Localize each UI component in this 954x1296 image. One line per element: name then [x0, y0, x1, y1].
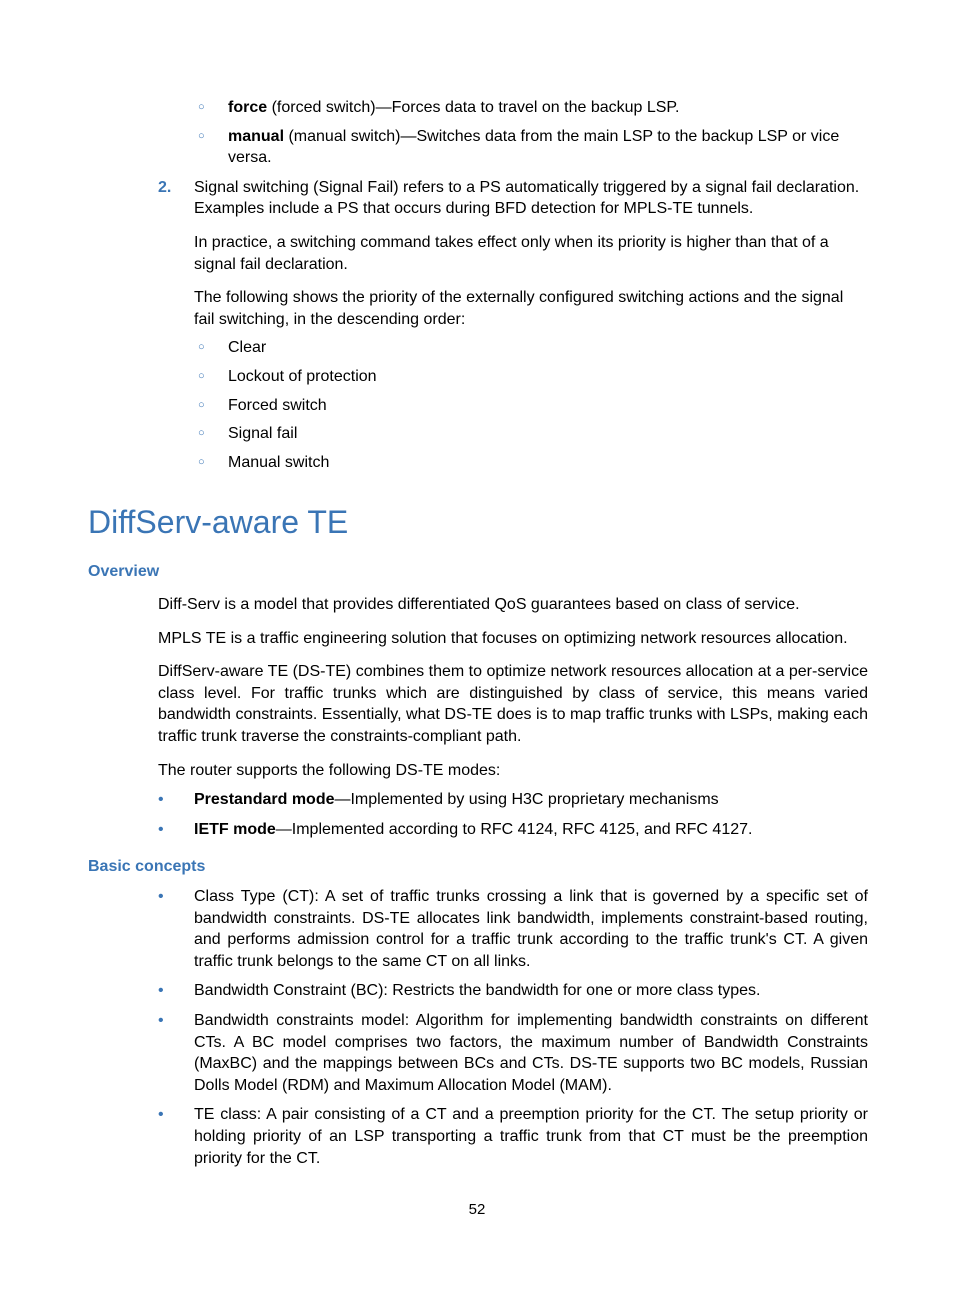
concept-item: • Class Type (CT): A set of traffic trun… — [158, 886, 868, 972]
mode-item: • IETF mode—Implemented according to RFC… — [158, 819, 868, 841]
body-paragraph: In practice, a switching command takes e… — [194, 232, 868, 275]
circle-icon: ○ — [198, 337, 228, 359]
bullet-icon: • — [158, 1104, 194, 1169]
priority-item: ○Lockout of protection — [198, 366, 868, 388]
priority-item: ○Manual switch — [198, 452, 868, 474]
section-heading-diffserv: DiffServ-aware TE — [88, 501, 868, 544]
signal-switching-item: 2. Signal switching (Signal Fail) refers… — [158, 177, 868, 220]
bullet-icon: • — [158, 980, 194, 1002]
page-number: 52 — [0, 1200, 954, 1220]
circle-icon: ○ — [198, 423, 228, 445]
circle-icon: ○ — [198, 395, 228, 417]
priority-item: ○Forced switch — [198, 395, 868, 417]
bullet-icon: • — [158, 886, 194, 972]
circle-icon: ○ — [198, 452, 228, 474]
body-paragraph: The router supports the following DS-TE … — [158, 760, 868, 782]
priority-item: ○Signal fail — [198, 423, 868, 445]
circle-icon: ○ — [198, 366, 228, 388]
body-paragraph: Diff-Serv is a model that provides diffe… — [158, 594, 868, 616]
bullet-icon: • — [158, 789, 194, 811]
mode-item: • Prestandard mode—Implemented by using … — [158, 789, 868, 811]
body-paragraph: DiffServ-aware TE (DS-TE) combines them … — [158, 661, 868, 747]
bullet-icon: • — [158, 819, 194, 841]
circle-icon: ○ — [198, 126, 228, 169]
concept-item: • Bandwidth constraints model: Algorithm… — [158, 1010, 868, 1096]
body-paragraph: MPLS TE is a traffic engineering solutio… — [158, 628, 868, 650]
bullet-icon: • — [158, 1010, 194, 1096]
circle-icon: ○ — [198, 97, 228, 119]
switch-force-item: ○ force (forced switch)—Forces data to t… — [198, 97, 868, 119]
concept-item: • Bandwidth Constraint (BC): Restricts t… — [158, 980, 868, 1002]
list-number: 2. — [158, 177, 194, 220]
priority-item: ○Clear — [198, 337, 868, 359]
subheading-basic-concepts: Basic concepts — [88, 856, 868, 878]
concept-item: • TE class: A pair consisting of a CT an… — [158, 1104, 868, 1169]
body-paragraph: The following shows the priority of the … — [194, 287, 868, 330]
subheading-overview: Overview — [88, 561, 868, 583]
switch-manual-item: ○ manual (manual switch)—Switches data f… — [198, 126, 868, 169]
